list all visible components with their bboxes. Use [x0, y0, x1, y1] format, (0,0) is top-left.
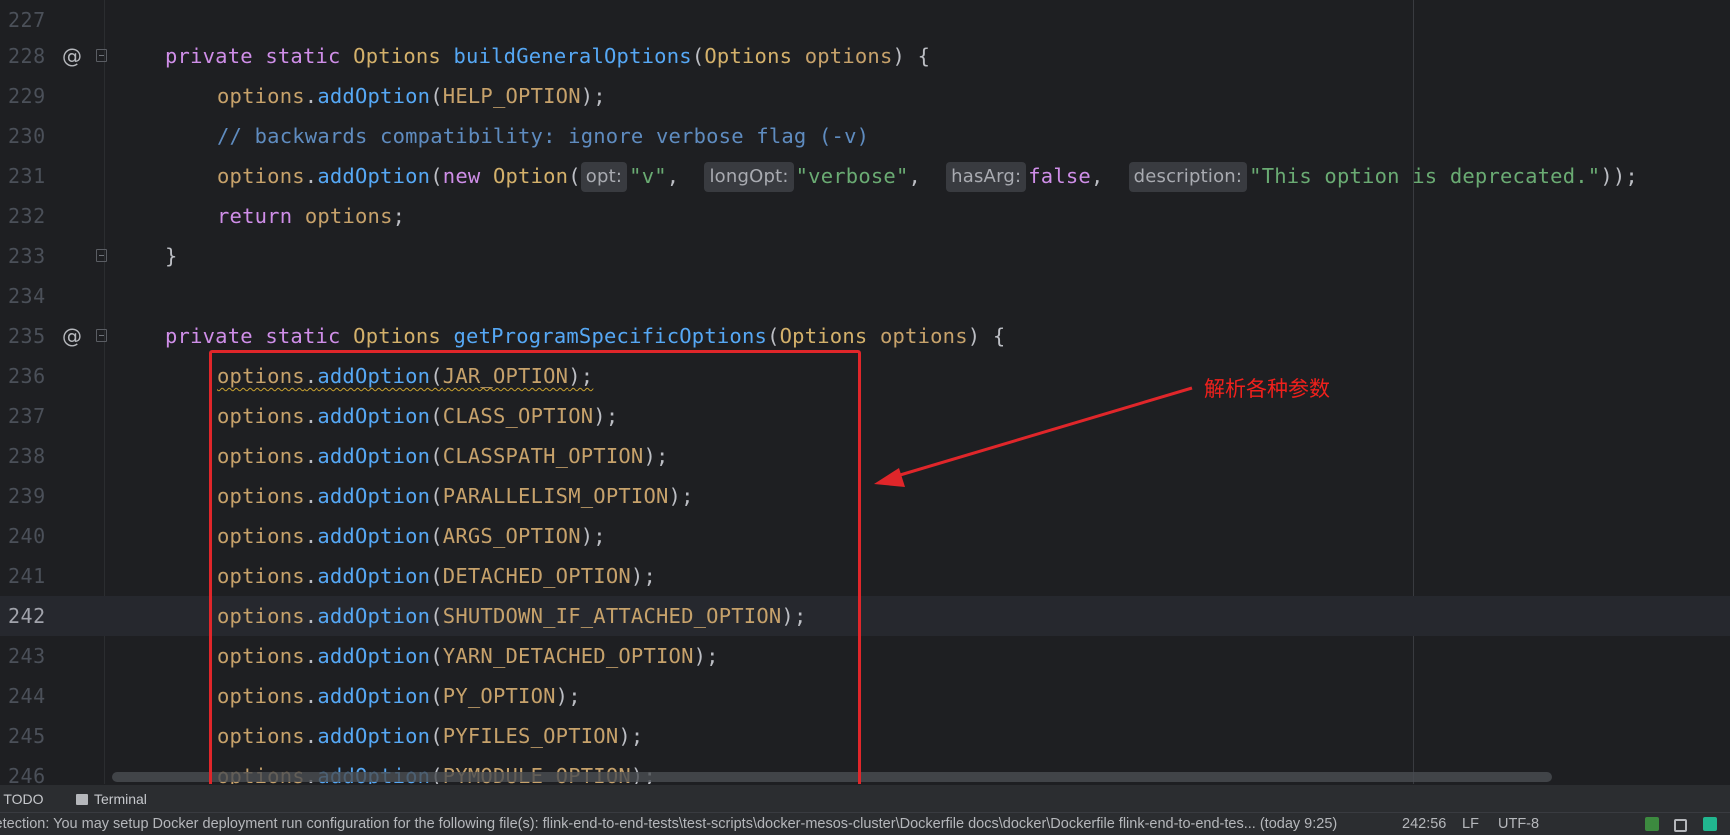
- annotation-label: 解析各种参数: [1204, 377, 1330, 401]
- unlock-icon[interactable]: [1674, 819, 1687, 832]
- todo-tool-button[interactable]: 6: TODO: [0, 785, 44, 813]
- line-separator[interactable]: LF: [1462, 813, 1479, 835]
- tool-window-bar: 6: TODO Terminal: [0, 784, 1730, 813]
- todo-label: 6: TODO: [0, 791, 44, 807]
- caret-position[interactable]: 242:56: [1402, 813, 1446, 835]
- plugin-status-icon[interactable]: [1703, 817, 1717, 831]
- annotation-arrow-icon: [874, 386, 1193, 487]
- terminal-tool-button[interactable]: Terminal: [76, 785, 147, 813]
- status-bar: Dockerfile detection: You may setup Dock…: [0, 812, 1730, 835]
- terminal-icon: [76, 794, 88, 805]
- file-encoding[interactable]: UTF-8: [1498, 813, 1539, 835]
- code-style-icon[interactable]: [1645, 817, 1659, 831]
- status-message[interactable]: Dockerfile detection: You may setup Dock…: [0, 813, 1388, 835]
- terminal-label: Terminal: [94, 791, 147, 807]
